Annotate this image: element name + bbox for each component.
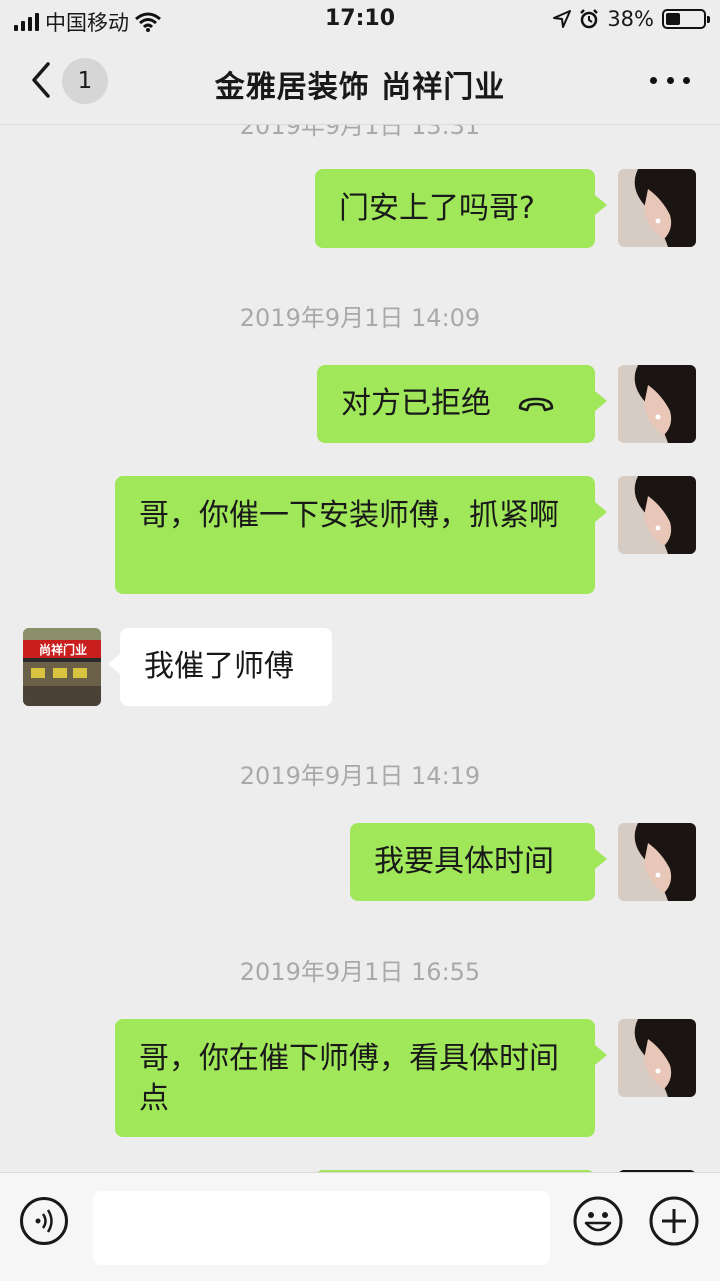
message-list[interactable]: 2019年9月1日 13:31 门安上了吗哥? 2019年9月1日 14:09 … xyxy=(0,124,720,1172)
alarm-icon xyxy=(580,9,599,29)
my-avatar[interactable] xyxy=(618,823,696,901)
message-text: 哥，你在催下师傅，看具体时间点 xyxy=(139,1041,559,1116)
battery-icon xyxy=(662,9,710,29)
my-avatar[interactable] xyxy=(618,365,696,443)
timestamp: 2019年9月1日 16:55 xyxy=(239,958,481,986)
status-bar: 中国移动 17:10 38% xyxy=(0,0,720,40)
hang-up-phone-icon xyxy=(518,397,554,412)
message-text: 对方已拒绝 xyxy=(341,386,491,421)
message-text: 我催了师傅 xyxy=(144,649,294,684)
message-bubble-sent[interactable]: 门安上了吗哥? xyxy=(315,169,607,248)
contact-avatar[interactable]: 尚祥门业 xyxy=(23,628,101,706)
chat-header: 1 金雅居装饰 尚祥门业 xyxy=(0,40,720,125)
battery-fill xyxy=(666,13,680,25)
emoji-icon[interactable] xyxy=(572,1195,624,1247)
plus-icon[interactable] xyxy=(648,1195,700,1247)
battery-percent: 38% xyxy=(607,7,654,31)
timestamp: 2019年9月1日 13:31 xyxy=(239,124,481,140)
message-bubble-sent[interactable]: 哥，你催一下安装师傅，抓紧啊 xyxy=(115,476,607,594)
message-text: 门安上了吗哥? xyxy=(339,190,535,226)
timestamp: 2019年9月1日 14:09 xyxy=(239,304,481,332)
voice-icon[interactable] xyxy=(20,1197,68,1245)
message-text: 哥，你催一下安装师傅，抓紧啊 xyxy=(139,498,559,533)
my-avatar[interactable] xyxy=(618,1019,696,1097)
more-icon[interactable] xyxy=(650,70,690,90)
call-record-bubble[interactable]: 对方已拒绝 xyxy=(317,365,607,443)
message-bubble-received[interactable]: 我催了师傅 xyxy=(108,628,332,706)
message-bubble-sent[interactable]: 我要具体时间 xyxy=(350,823,607,901)
timestamp: 2019年9月1日 14:19 xyxy=(239,762,481,790)
chat-title: 金雅居装饰 尚祥门业 xyxy=(214,70,506,105)
my-avatar[interactable] xyxy=(618,476,696,554)
my-avatar[interactable] xyxy=(618,169,696,247)
message-input[interactable] xyxy=(93,1191,550,1265)
shop-sign-text: 尚祥门业 xyxy=(39,642,87,657)
message-text: 我要具体时间 xyxy=(374,844,554,879)
input-bar xyxy=(0,1172,720,1281)
location-icon xyxy=(553,10,572,28)
message-bubble-sent[interactable]: 哥，你在催下师傅，看具体时间点 xyxy=(115,1019,607,1137)
